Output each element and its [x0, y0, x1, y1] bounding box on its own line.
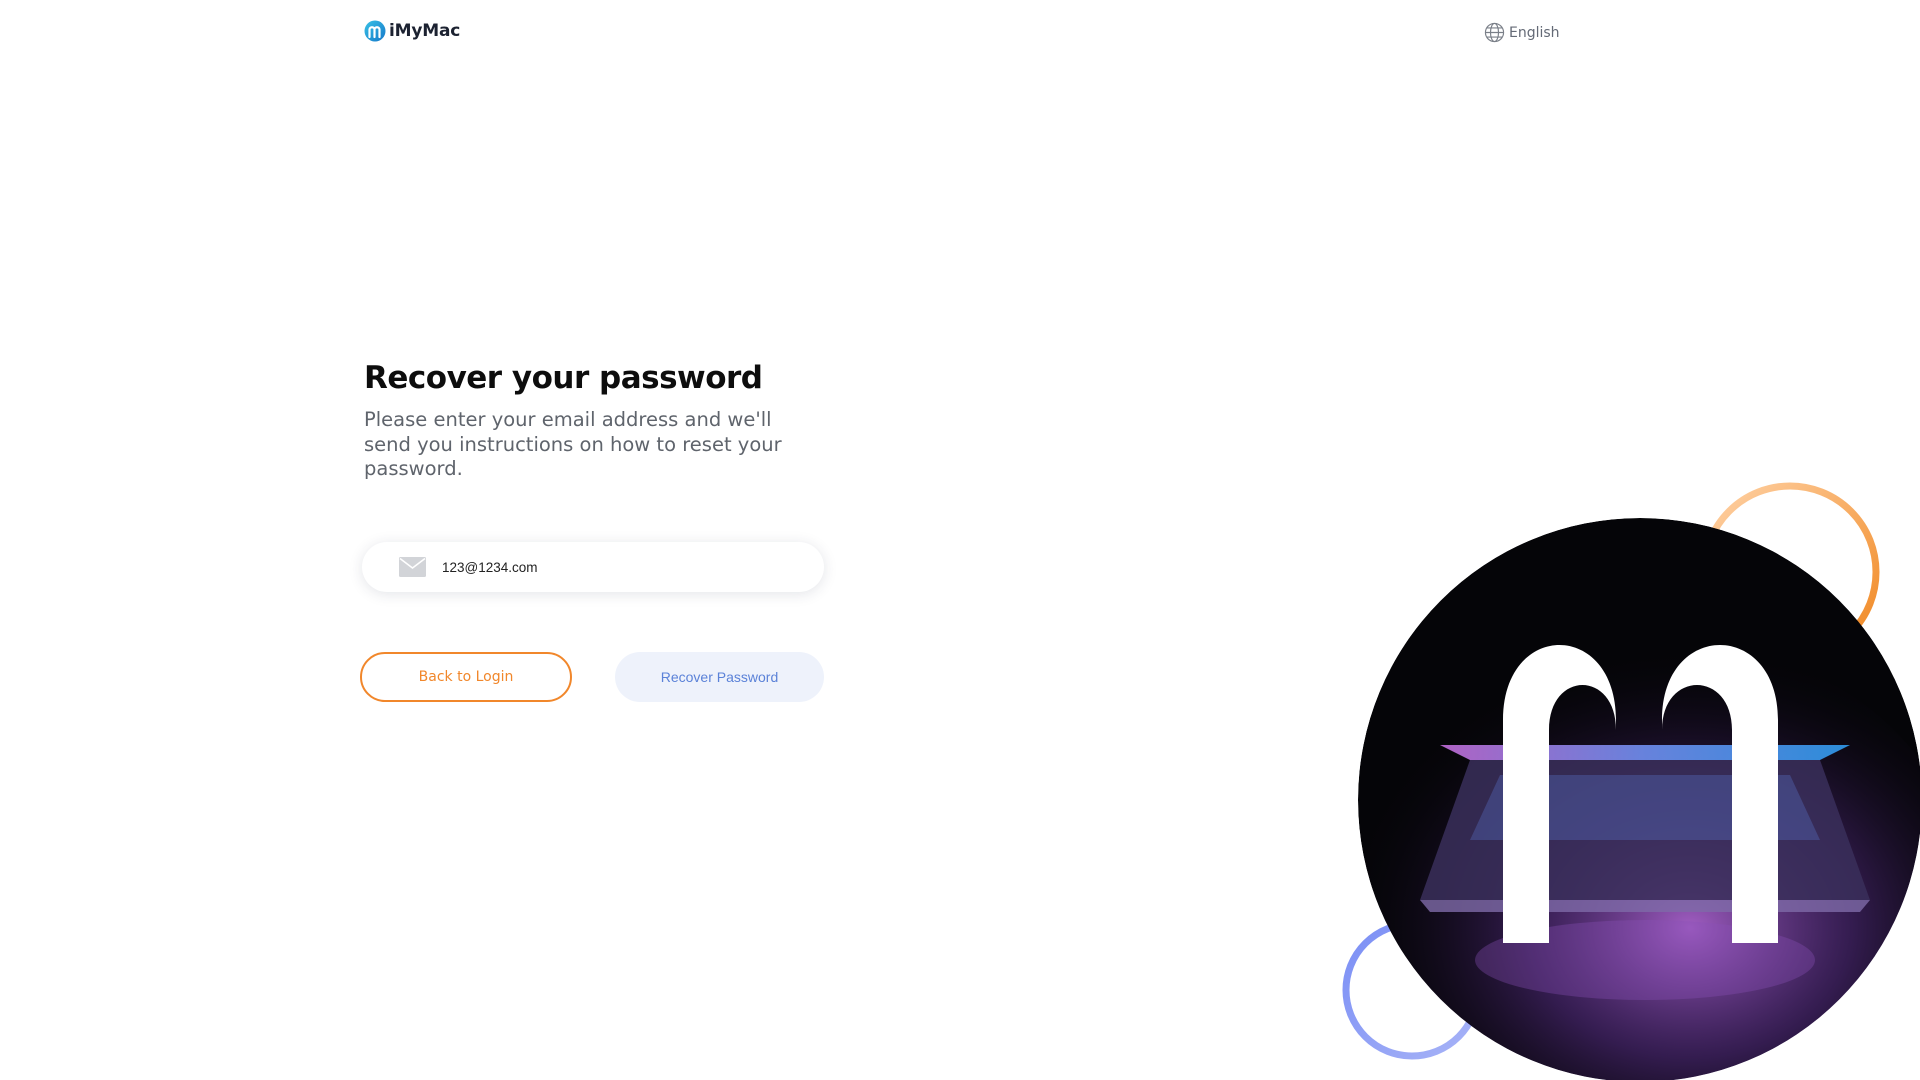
- language-selector[interactable]: English: [1484, 22, 1560, 43]
- page-title: Recover your password: [364, 360, 763, 396]
- page-description: Please enter your email address and we'l…: [364, 408, 782, 480]
- back-to-login-button[interactable]: Back to Login: [360, 652, 572, 702]
- mail-icon: [399, 557, 426, 577]
- language-label: English: [1509, 24, 1560, 41]
- brand-illustration: [1342, 482, 1920, 1080]
- email-field[interactable]: [362, 542, 824, 592]
- recover-password-page: iMyMac English Recover your password Ple…: [0, 0, 1920, 1080]
- brand-name: iMyMac: [389, 21, 461, 41]
- brand-logo[interactable]: iMyMac: [364, 20, 460, 42]
- email-input[interactable]: [442, 559, 802, 575]
- imymac-logo-icon: [364, 20, 386, 42]
- globe-icon: [1484, 22, 1505, 43]
- recover-password-button[interactable]: Recover Password: [615, 652, 824, 702]
- laptop-screen-glow: [1440, 745, 1850, 760]
